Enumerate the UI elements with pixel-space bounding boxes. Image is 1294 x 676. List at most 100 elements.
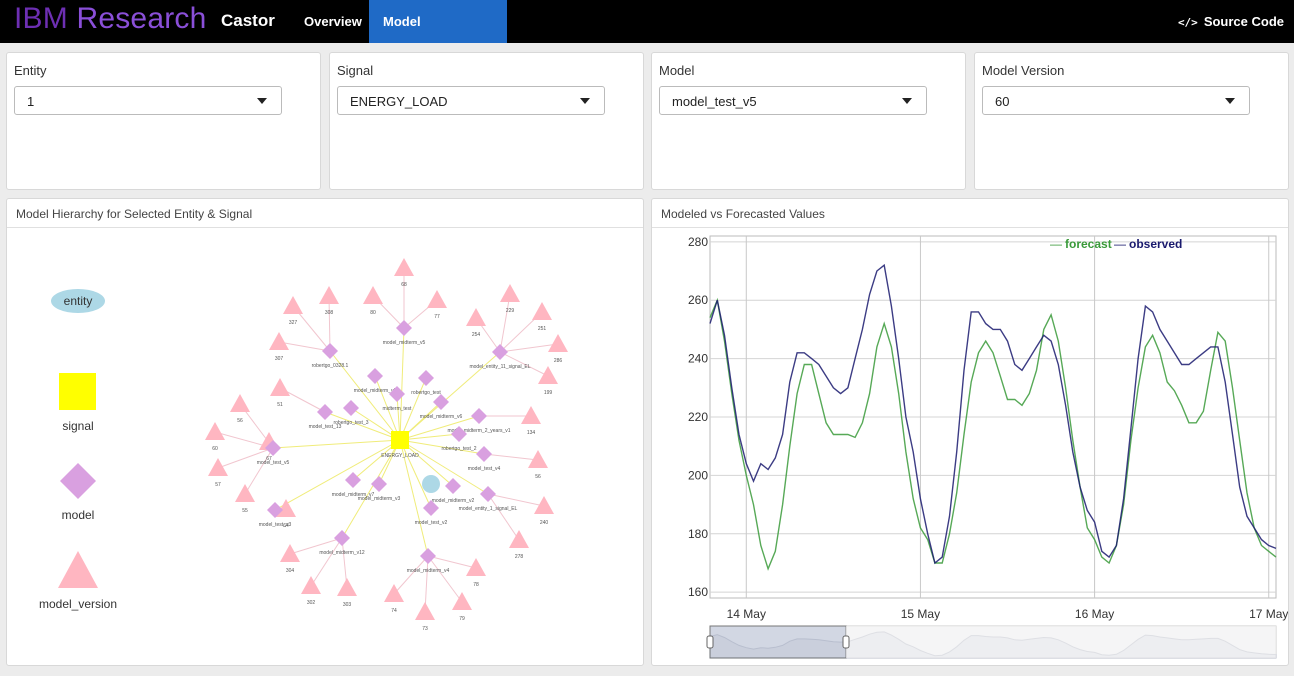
forecast-legend-swatch: — [1050, 237, 1062, 251]
model-node[interactable]: model_test_v5 [257, 440, 290, 466]
model-version-edge [244, 447, 274, 495]
model-version-edge [487, 493, 545, 507]
model-version-node[interactable]: 79 [452, 592, 472, 622]
model-version-node[interactable]: 56 [230, 394, 250, 424]
entity-select-value: 1 [27, 94, 35, 109]
observed-legend-label: observed [1129, 237, 1182, 251]
model-node[interactable]: model_midterm_v5 [383, 320, 426, 346]
model-node[interactable]: model_test_13 [309, 404, 342, 430]
model-node[interactable]: robertgo_test_3 [333, 400, 369, 426]
range-selector[interactable] [706, 625, 1277, 659]
source-code-link[interactable]: </> Source Code [1178, 0, 1284, 43]
observed-legend-swatch: — [1114, 237, 1126, 251]
model-version-select[interactable]: 60 [982, 86, 1250, 115]
model-node[interactable]: model_midterm_v7 [332, 472, 375, 498]
model-version-node[interactable]: 51 [270, 378, 290, 408]
model-node[interactable]: model_midterm_v1 [354, 368, 397, 394]
model-select[interactable]: model_test_v5 [659, 86, 927, 115]
svg-text:229: 229 [506, 308, 515, 314]
tab-model-management[interactable]: Model Management [369, 0, 507, 72]
svg-text:134: 134 [527, 430, 536, 436]
entity-select[interactable]: 1 [14, 86, 282, 115]
model-version-node[interactable]: 286 [548, 334, 568, 364]
svg-text:302: 302 [307, 600, 316, 606]
forecast-series-line[interactable] [709, 297, 1277, 571]
model-version-node[interactable]: 308 [319, 286, 339, 316]
range-selector-handle[interactable] [706, 635, 714, 649]
range-selector-window[interactable] [709, 625, 847, 659]
model-version-node[interactable]: 57 [208, 458, 228, 488]
svg-text:240: 240 [540, 520, 549, 526]
y-tick-label: 280 [688, 235, 708, 249]
entity-legend-label: entity [64, 294, 93, 308]
model-version-node[interactable]: 60 [205, 422, 225, 452]
svg-text:286: 286 [554, 358, 563, 364]
signal-model-edge [399, 439, 432, 509]
model-version-node[interactable]: 307 [269, 332, 289, 362]
model-version-node[interactable]: 303 [337, 578, 357, 608]
model-node[interactable]: model_midterm_v4 [407, 548, 450, 574]
model-version-node[interactable]: 56 [528, 450, 548, 480]
model-version-edge [393, 555, 429, 595]
svg-text:307: 307 [275, 356, 284, 362]
svg-text:56: 56 [237, 418, 243, 424]
entity-node[interactable] [422, 475, 440, 493]
svg-text:278: 278 [515, 554, 524, 560]
y-tick-label: 180 [688, 527, 708, 541]
model-version-node[interactable]: 77 [427, 290, 447, 320]
model-version-legend-label: model_version [39, 597, 117, 611]
model-version-node[interactable]: 254 [466, 308, 486, 338]
svg-text:68: 68 [401, 282, 407, 288]
svg-text:304: 304 [286, 568, 295, 574]
model-legend-label: model [62, 508, 95, 522]
model-version-select-value: 60 [995, 94, 1010, 109]
y-tick-label: 260 [688, 293, 708, 307]
model-version-node[interactable]: 55 [235, 484, 255, 514]
model-version-node[interactable]: 73 [415, 602, 435, 632]
svg-text:77: 77 [434, 314, 440, 320]
svg-text:57: 57 [215, 482, 221, 488]
top-navbar: IBM Research Castor Overview Model Manag… [0, 0, 1294, 72]
model-version-node[interactable]: 134 [521, 406, 541, 436]
caret-down-icon [580, 98, 590, 104]
signal-label: Signal [337, 63, 374, 78]
svg-text:model_midterm_v2: model_midterm_v2 [432, 498, 475, 504]
model-node[interactable]: model_entity_11_signal_EL [469, 344, 531, 370]
svg-text:model_midterm_v4: model_midterm_v4 [407, 568, 450, 574]
model-node[interactable]: robertgo_test [411, 370, 441, 396]
y-tick-label: 160 [688, 585, 708, 599]
model-version-node[interactable]: 304 [280, 544, 300, 574]
svg-text:model_entity_11_signal_EL: model_entity_11_signal_EL [469, 364, 530, 370]
model-version-node[interactable]: 78 [466, 558, 486, 588]
model-version-node[interactable]: 327 [283, 296, 303, 326]
app-name[interactable]: Castor [221, 11, 275, 31]
model-hierarchy-graph[interactable]: entity signal model model_version 80 68 77… [7, 228, 643, 666]
model-node[interactable]: robertgo_0328.1 [312, 343, 349, 369]
svg-text:model_midterm_v5: model_midterm_v5 [383, 340, 426, 346]
model-node[interactable]: model_midterm_v6 [420, 394, 463, 420]
model-version-node[interactable]: 229 [500, 284, 520, 314]
model-version-node[interactable]: 302 [301, 576, 321, 606]
model-version-edge [487, 493, 520, 541]
svg-text:model_test_v4: model_test_v4 [468, 466, 501, 472]
model-legend-icon [60, 463, 96, 499]
model-hierarchy-panel: Model Hierarchy for Selected Entity & Si… [6, 198, 644, 666]
model-version-node[interactable]: 80 [363, 286, 383, 316]
tab-overview[interactable]: Overview [290, 0, 376, 43]
forecast-chart[interactable]: 160 180 200 220 240 260 280 14 May 15 May 16 May 1… [652, 228, 1288, 666]
y-tick-label: 220 [688, 410, 708, 424]
signal-model-edge [272, 439, 401, 449]
svg-text:51: 51 [277, 402, 283, 408]
model-version-node[interactable]: 251 [532, 302, 552, 332]
model-version-node[interactable]: 68 [394, 258, 414, 288]
caret-down-icon [902, 98, 912, 104]
range-selector-handle[interactable] [842, 635, 850, 649]
x-tick-label: 16 May [1075, 607, 1114, 621]
model-version-node[interactable]: 240 [534, 496, 554, 526]
model-version-node[interactable]: 199 [538, 366, 558, 396]
model-version-node[interactable]: 74 [384, 584, 404, 614]
signal-select[interactable]: ENERGY_LOAD [337, 86, 605, 115]
model-node[interactable]: model_midterm_v3 [358, 476, 401, 502]
ibm-research-logo[interactable]: IBM Research [14, 2, 206, 36]
model-version-node[interactable]: 278 [509, 530, 529, 560]
